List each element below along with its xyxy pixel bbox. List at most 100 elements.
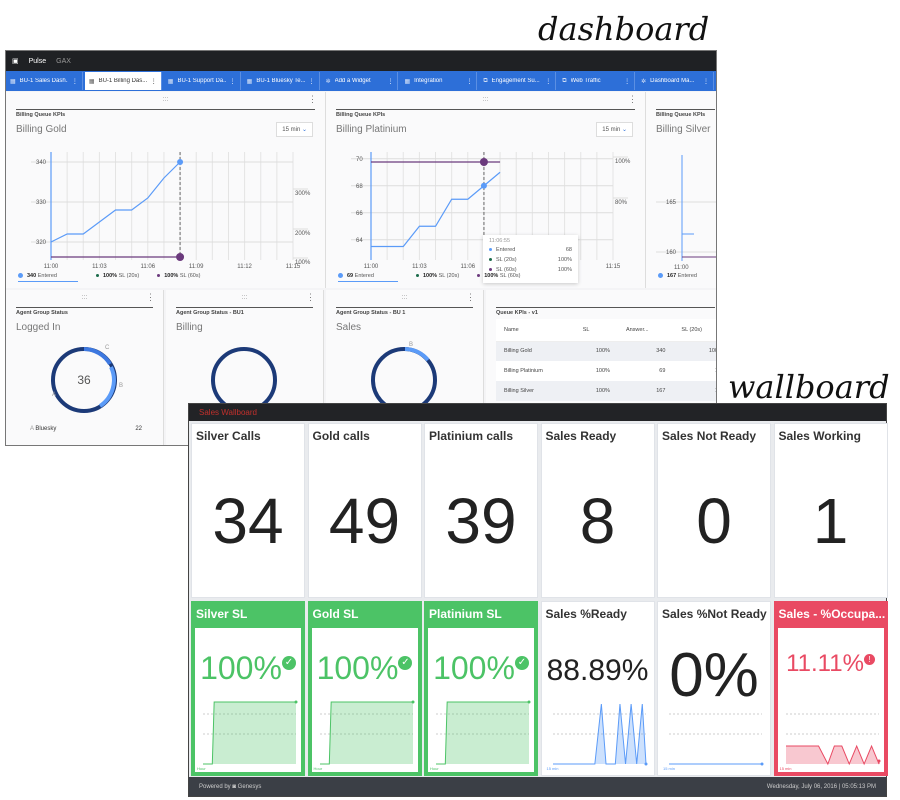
tile-value: 0 [696, 485, 732, 557]
drag-handle[interactable]: ::: [6, 96, 325, 103]
tab-item[interactable]: ✲ Dashboard Ma... ⋮ [637, 72, 715, 90]
tab-item[interactable]: ⧉ Engagement Su... ⋮ [479, 72, 557, 90]
drag-handle[interactable]: ::: [6, 294, 163, 301]
tab-item[interactable]: ▦ BU-1 Billing Das... ⋮ [84, 72, 162, 90]
legend-sl60[interactable]: 100% SL (60s) [477, 273, 520, 282]
drag-handle[interactable]: ::: [166, 294, 323, 301]
widget-menu-icon[interactable]: ⋮ [308, 94, 317, 105]
tab-menu-icon[interactable]: ⋮ [545, 78, 551, 85]
metric-tile[interactable]: Sales Ready 8 [540, 423, 655, 598]
tile-title: Platinium SL [429, 607, 502, 621]
widget-menu-icon[interactable]: ⋮ [466, 292, 475, 303]
legend-sl60[interactable]: 100% SL (60s) [157, 273, 200, 282]
genesys-logo-icon: ◙ [232, 783, 236, 790]
tab-item[interactable]: ⧉ Web Traffic ⋮ [558, 72, 636, 90]
x-tick: 11:06 [461, 264, 476, 270]
x-tick: 11:00 [44, 264, 59, 270]
metric-tile[interactable]: Platinium calls 39 [424, 423, 538, 598]
tile-title: Silver SL [196, 607, 248, 621]
tab-menu-icon[interactable]: ⋮ [624, 78, 630, 85]
sl-tile[interactable]: Silver SL 100% ✓ Hour [191, 601, 305, 776]
widget-subtitle: Billing Queue KPIs [336, 112, 386, 118]
legend-sl20[interactable]: 100% SL (20s) [96, 273, 139, 282]
alert-circle-icon: ! [863, 654, 875, 665]
table-row[interactable]: Billing Platinium100%691 [496, 361, 716, 381]
external-icon: ⧉ [562, 77, 567, 84]
interval-select[interactable]: 15 min ⌄ [276, 122, 313, 137]
x-tick: 11:12 [237, 264, 252, 270]
app-name[interactable]: Pulse [29, 58, 47, 65]
tab-menu-icon[interactable]: ⋮ [230, 78, 236, 85]
drag-handle[interactable]: ::: [326, 96, 645, 103]
tab-menu-icon[interactable]: ⋮ [703, 78, 709, 85]
wallboard-window: Sales Wallboard Silver Calls 34 Gold calls… [188, 403, 888, 797]
legend-entered[interactable]: 167 Entered [658, 273, 697, 279]
kpi-widget-billing-platinium: ::: ⋮ Billing Queue KPIs Billing Platini… [326, 92, 646, 288]
tab-label: Integration [414, 78, 443, 84]
metric-tile[interactable]: Sales Working 1 [773, 423, 888, 598]
kpi-widget-billing-gold: ::: ⋮ Billing Queue KPIs Billing Gold 15… [6, 92, 326, 288]
tab-label: BU-1 Billing Das... [98, 78, 147, 84]
tile-value: 34 [212, 485, 284, 557]
top-bar: ▣ Pulse GAX [6, 51, 716, 71]
y2-tick: 200% [295, 231, 311, 237]
sl-tile[interactable]: Sales %Not Ready 0% 15 min [657, 601, 771, 776]
widget-menu-icon[interactable]: ⋮ [306, 292, 315, 303]
drag-handle[interactable]: ::: [326, 294, 483, 301]
x-tick: 11:00 [674, 265, 689, 271]
column-header[interactable]: Name [496, 319, 575, 341]
kpi-chart[interactable]: 340330320300%200%100%11:00 11:03 11:06 11:0… [6, 142, 326, 272]
legend-row: A Bluesky 22 [30, 426, 142, 432]
check-circle-icon: ✓ [514, 656, 529, 670]
column-header[interactable]: SL [575, 319, 618, 341]
sparkline-chart [785, 713, 880, 766]
tab-item[interactable]: ✲ Add a Widget ⋮ [322, 72, 399, 90]
legend-entered[interactable]: 69 Entered [338, 273, 398, 282]
tab-item[interactable]: ▦ Integration ⋮ [400, 72, 478, 90]
table-row[interactable]: Billing Silver100%1671 [496, 381, 716, 401]
tab-menu-icon[interactable]: ⋮ [151, 78, 157, 85]
sparkline-area [319, 702, 413, 764]
sl-tile[interactable]: Gold SL 100% ✓ Hour [307, 601, 422, 776]
sparkline-endpoint [527, 700, 531, 704]
tab-menu-icon[interactable]: ⋮ [72, 78, 78, 85]
metric-tile[interactable]: Silver Calls 34 [191, 423, 305, 598]
sl-tile[interactable]: Sales - %Occupa... 11.11%! 15 min [773, 601, 888, 776]
svg-text:B: B [119, 383, 123, 389]
donut-chart[interactable]: 36 A B C [44, 340, 124, 420]
tile-value: 11.11% [786, 650, 864, 677]
sparkline-chart [319, 700, 414, 765]
tile-title: Sales %Not Ready [662, 607, 767, 621]
table-row[interactable]: Billing Gold100%340100 [496, 341, 716, 361]
grid-icon: ▦ [10, 78, 16, 85]
column-header[interactable]: SL (20s) [673, 319, 716, 341]
gax-link[interactable]: GAX [56, 58, 71, 65]
tab-item[interactable]: ▦ BU-1 Bluesky Te... ⋮ [243, 72, 320, 90]
widget-menu-icon[interactable]: ⋮ [628, 94, 637, 105]
widget-title: Billing Silver [656, 124, 711, 135]
sl-tile[interactable]: Platinium SL 100% ✓ Hour [424, 601, 538, 776]
tab-item[interactable]: ▦ BU-1 Support Da... ⋮ [164, 72, 241, 90]
tab-item[interactable]: ▦ BU-1 Sales Dash... ⋮ [6, 72, 83, 90]
x-tick: 11:03 [412, 264, 427, 270]
sparkline-area [203, 702, 296, 764]
tab-menu-icon[interactable]: ⋮ [466, 78, 472, 85]
grid-icon: ▦ [167, 78, 174, 85]
wallboard-footer: Powered by ◙ Genesys Wednesday, July 06,… [189, 777, 886, 796]
tab-menu-icon[interactable]: ⋮ [387, 78, 393, 85]
pulse-logo-icon: ▣ [12, 58, 19, 65]
external-icon: ⧉ [483, 77, 488, 84]
sl-tile[interactable]: Sales %Ready 88.89% 15 min [540, 601, 655, 776]
metric-tile[interactable]: Gold calls 49 [307, 423, 422, 598]
column-header[interactable]: Answer... [618, 319, 673, 341]
legend-sl20[interactable]: 100% SL (20s) [416, 273, 459, 282]
interval-select[interactable]: 15 min ⌄ [596, 122, 633, 137]
widget-menu-icon[interactable]: ⋮ [146, 292, 155, 303]
x-tick: 11:06 [141, 264, 156, 270]
tab-menu-icon[interactable]: ⋮ [309, 78, 315, 85]
kpi-chart[interactable]: 165 160 11:00 [646, 142, 717, 272]
metric-tile[interactable]: Sales Not Ready 0 [657, 423, 771, 598]
x-tick: 11:15 [606, 264, 621, 270]
sparkline-endpoint [411, 700, 414, 704]
legend-entered[interactable]: 340 Entered [18, 273, 78, 282]
